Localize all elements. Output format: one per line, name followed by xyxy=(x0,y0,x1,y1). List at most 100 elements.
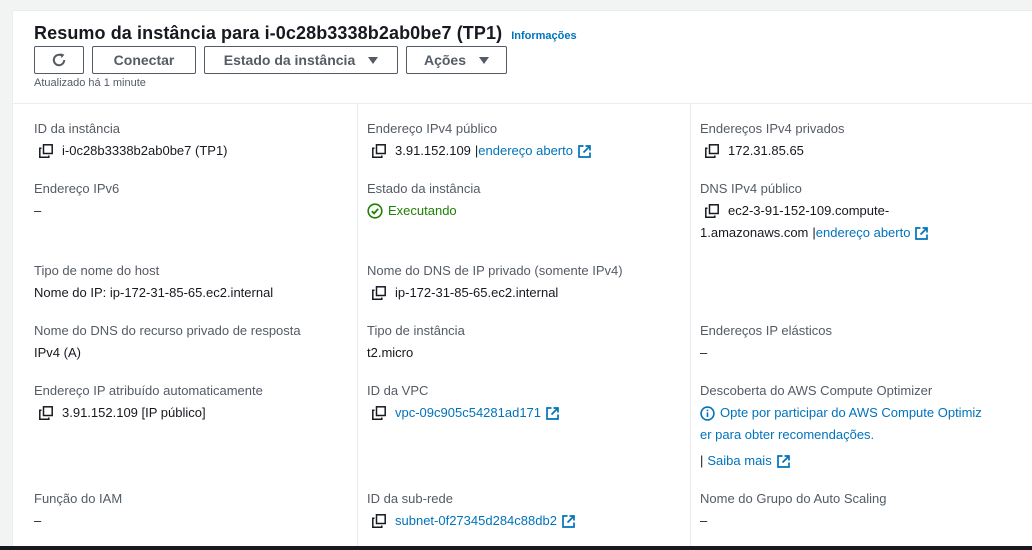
separator: | xyxy=(700,453,704,468)
column-divider xyxy=(357,104,358,547)
field-value: i-0c28b3338b2ab0be7 (TP1) xyxy=(34,142,228,160)
vpc-id-link[interactable]: vpc-09c905c54281ad171 xyxy=(395,404,541,422)
field-value: ec2-3-91-152-109.compute- xyxy=(700,202,928,220)
field-label: Endereço IPv4 público xyxy=(367,121,498,136)
field-asg-name: Nome do Grupo do Auto Scaling – xyxy=(700,490,886,530)
public-dns-value-line2: 1.amazonaws.com xyxy=(700,225,809,240)
field-vpc-id: ID da VPC vpc-09c905c54281ad171 xyxy=(367,382,559,422)
compute-optimizer-line1[interactable]: Opte por participar do AWS Compute Optim… xyxy=(720,404,982,422)
compute-optimizer-optin[interactable]: Opte por participar do AWS Compute Optim… xyxy=(700,404,982,422)
refresh-button[interactable] xyxy=(34,46,84,74)
instance-type-value: t2.micro xyxy=(367,345,414,360)
field-label: Nome do Grupo do Auto Scaling xyxy=(700,491,887,506)
field-private-dns-answer: Nome do DNS do recurso privado de respos… xyxy=(34,322,301,362)
actions-dropdown[interactable]: Ações xyxy=(406,46,507,74)
field-value: ip-172-31-85-65.ec2.internal xyxy=(367,284,623,302)
open-address-link[interactable]: endereço aberto xyxy=(816,224,911,242)
field-label: Nome do DNS de IP privado (somente IPv4) xyxy=(367,263,623,278)
field-value: 172.31.85.65 xyxy=(700,142,845,160)
external-link-icon[interactable] xyxy=(776,454,790,468)
refresh-icon xyxy=(50,51,68,69)
last-updated-text: Atualizado há 1 minute xyxy=(34,77,146,89)
copy-icon[interactable] xyxy=(372,514,386,528)
copy-icon[interactable] xyxy=(705,204,719,218)
subnet-id-link[interactable]: subnet-0f27345d284c88db2 xyxy=(395,512,557,530)
info-circle-icon xyxy=(700,405,715,421)
field-public-dns: DNS IPv4 público ec2-3-91-152-109.comput… xyxy=(700,180,929,242)
field-label: Endereços IPv4 privados xyxy=(700,121,845,136)
field-subnet-id: ID da sub-rede subnet-0f27345d284c88db2 xyxy=(367,490,575,530)
private-ipv4-value: 172.31.85.65 xyxy=(728,143,804,158)
asg-name-value: – xyxy=(700,513,708,528)
instance-state-dropdown[interactable]: Estado da instância xyxy=(204,46,398,74)
caret-down-icon xyxy=(479,56,490,64)
field-iam-role: Função do IAM – xyxy=(34,490,122,530)
field-label: ID da VPC xyxy=(367,383,429,398)
field-label: Endereço IPv6 xyxy=(34,181,120,196)
bottom-border xyxy=(0,546,1032,550)
auto-ip-value: 3.91.152.109 [IP público] xyxy=(62,405,206,420)
private-dns-value: ip-172-31-85-65.ec2.internal xyxy=(395,285,559,300)
copy-icon[interactable] xyxy=(372,286,386,300)
field-instance-type: Tipo de instância t2.micro xyxy=(367,322,465,362)
field-label: Endereços IP elásticos xyxy=(700,323,832,338)
external-link-icon[interactable] xyxy=(562,514,575,528)
copy-icon[interactable] xyxy=(39,406,53,420)
field-value: 3.91.152.109 | endereço aberto xyxy=(367,142,591,160)
copy-icon[interactable] xyxy=(372,406,386,420)
field-label: Estado da instância xyxy=(367,181,481,196)
field-label: Nome do DNS do recurso privado de respos… xyxy=(34,323,301,338)
external-link-icon[interactable] xyxy=(915,226,929,240)
iam-role-value: – xyxy=(34,513,42,528)
field-auto-ip: Endereço IP atribuído automaticamente 3.… xyxy=(34,382,263,422)
public-dns-value-line1: ec2-3-91-152-109.compute- xyxy=(728,203,890,218)
field-label: ID da instância xyxy=(34,121,120,136)
field-value: 3.91.152.109 [IP público] xyxy=(34,404,263,422)
field-elastic-ip: Endereços IP elásticos – xyxy=(700,322,832,362)
field-label: ID da sub-rede xyxy=(367,491,453,506)
learn-more-row: | Saiba mais xyxy=(700,452,982,470)
field-label: Função do IAM xyxy=(34,491,123,506)
instance-state-value: Executando xyxy=(388,203,457,218)
caret-down-icon xyxy=(368,56,379,64)
field-hostname-type: Tipo de nome do host Nome do IP: ip-172-… xyxy=(34,262,273,302)
instance-id-value: i-0c28b3338b2ab0be7 (TP1) xyxy=(62,143,228,158)
toolbar: Conectar Estado da instância Ações xyxy=(34,46,507,74)
field-label: Descoberta do AWS Compute Optimizer xyxy=(700,383,933,398)
column-divider xyxy=(690,104,691,547)
public-ipv4-value: 3.91.152.109 xyxy=(395,143,471,158)
instance-summary-panel: Resumo da instância para i-0c28b3338b2ab… xyxy=(12,10,1032,547)
compute-optimizer-line2[interactable]: er para obter recomendações. xyxy=(700,426,982,444)
hostname-type-value: Nome do IP: ip-172-31-85-65.ec2.internal xyxy=(34,285,274,300)
connect-button[interactable]: Conectar xyxy=(92,46,196,74)
field-label: Endereço IP atribuído automaticamente xyxy=(34,383,263,398)
external-link-icon[interactable] xyxy=(546,406,559,420)
field-instance-id: ID da instância i-0c28b3338b2ab0be7 (TP1… xyxy=(34,120,228,160)
open-address-link[interactable]: endereço aberto xyxy=(478,142,573,160)
field-compute-optimizer: Descoberta do AWS Compute Optimizer Opte… xyxy=(700,382,982,470)
field-private-dns: Nome do DNS de IP privado (somente IPv4)… xyxy=(367,262,623,302)
private-dns-answer-value: IPv4 (A) xyxy=(34,345,81,360)
field-value: vpc-09c905c54281ad171 xyxy=(367,404,559,422)
field-instance-state: Estado da instância Executando xyxy=(367,180,480,220)
ipv6-value: – xyxy=(34,203,42,218)
external-link-icon[interactable] xyxy=(578,144,591,158)
field-value: subnet-0f27345d284c88db2 xyxy=(367,512,575,530)
summary-header: Resumo da instância para i-0c28b3338b2ab… xyxy=(13,11,1032,104)
instance-state-label: Estado da instância xyxy=(223,52,356,68)
field-value: 1.amazonaws.com | endereço aberto xyxy=(700,224,929,242)
field-label: Tipo de nome do host xyxy=(34,263,160,278)
title-row: Resumo da instância para i-0c28b3338b2ab… xyxy=(34,23,577,44)
page-title: Resumo da instância para i-0c28b3338b2ab… xyxy=(34,23,503,43)
field-label: DNS IPv4 público xyxy=(700,181,802,196)
info-link[interactable]: Informações xyxy=(511,30,576,42)
field-label: Tipo de instância xyxy=(367,323,465,338)
learn-more-link[interactable]: Saiba mais xyxy=(707,452,771,470)
copy-icon[interactable] xyxy=(705,144,719,158)
copy-icon[interactable] xyxy=(39,144,53,158)
field-public-ipv4: Endereço IPv4 público 3.91.152.109 | end… xyxy=(367,120,591,160)
copy-icon[interactable] xyxy=(372,144,386,158)
actions-label: Ações xyxy=(423,52,467,68)
field-value: Executando xyxy=(367,202,480,220)
field-ipv6: Endereço IPv6 – xyxy=(34,180,119,220)
